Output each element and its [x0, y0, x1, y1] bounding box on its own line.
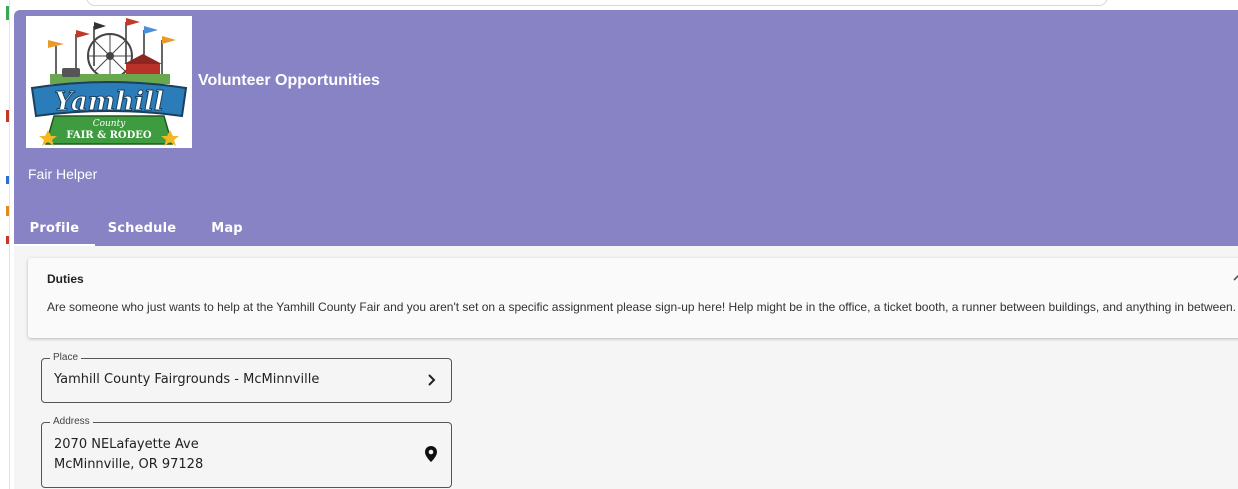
tab-schedule[interactable]: Schedule — [95, 210, 189, 246]
address-bar[interactable] — [86, 0, 1108, 6]
browser-top-bar — [12, 0, 1238, 10]
place-field[interactable]: Place Yamhill County Fairgrounds - McMin… — [41, 352, 452, 403]
main-content: Duties Are someone who just wants to hel… — [14, 246, 1238, 489]
address-line-1: 2070 NELafayette Ave — [54, 437, 199, 452]
duties-title: Duties — [47, 272, 84, 286]
fair-logo-image: Yamhill County FAIR & RODEO — [30, 18, 188, 146]
edge-mark-red-2 — [6, 236, 9, 244]
svg-text:County: County — [93, 119, 127, 129]
role-title: Fair Helper — [28, 166, 98, 182]
edge-mark-orange — [6, 206, 9, 216]
place-label: Place — [50, 352, 82, 364]
duties-description: Are someone who just wants to help at th… — [47, 300, 1237, 314]
address-label: Address — [50, 416, 93, 428]
chevron-right-icon[interactable] — [426, 372, 438, 393]
chevron-up-icon[interactable] — [1232, 270, 1238, 286]
tab-bar: Profile Schedule Map — [14, 210, 265, 246]
fair-logo: Yamhill County FAIR & RODEO — [26, 16, 192, 148]
tab-map[interactable]: Map — [189, 210, 265, 246]
svg-text:FAIR & RODEO: FAIR & RODEO — [66, 130, 152, 141]
address-line-2: McMinnville, OR 97128 — [54, 457, 204, 472]
tab-profile[interactable]: Profile — [14, 210, 95, 246]
address-field[interactable]: Address 2070 NELafayette Ave McMinnville… — [41, 416, 452, 488]
edge-mark-green — [6, 6, 9, 20]
browser-edge-strip — [0, 0, 10, 489]
edge-mark-blue — [6, 176, 9, 184]
svg-text:Yamhill: Yamhill — [54, 87, 164, 117]
page-header: Yamhill County FAIR & RODEO Volunteer Op… — [14, 10, 1238, 246]
app-title: Volunteer Opportunities — [198, 72, 380, 89]
place-value: Yamhill County Fairgrounds - McMinnville — [54, 372, 320, 387]
edge-mark-red — [6, 110, 9, 122]
map-pin-icon[interactable] — [424, 445, 438, 468]
duties-panel[interactable]: Duties Are someone who just wants to hel… — [28, 258, 1238, 338]
